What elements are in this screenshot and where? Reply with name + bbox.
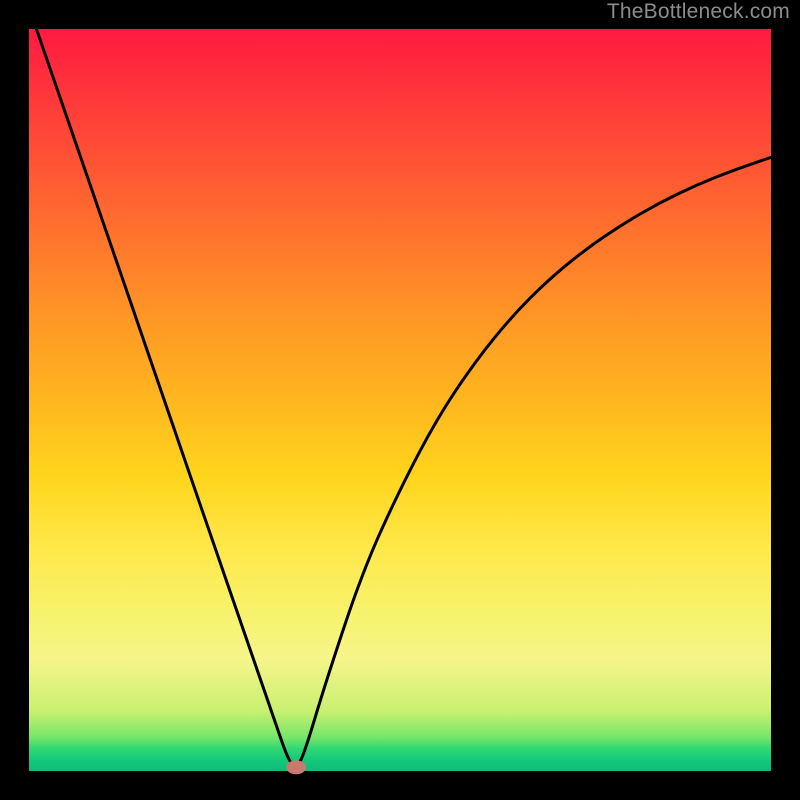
minimum-marker: [286, 760, 306, 774]
chart-svg: [29, 29, 771, 771]
plot-area: [29, 29, 771, 771]
chart-frame: TheBottleneck.com: [0, 0, 800, 800]
attribution-text: TheBottleneck.com: [607, 0, 790, 24]
curve-left-branch: [36, 29, 296, 767]
curve-right-branch: [296, 157, 771, 767]
